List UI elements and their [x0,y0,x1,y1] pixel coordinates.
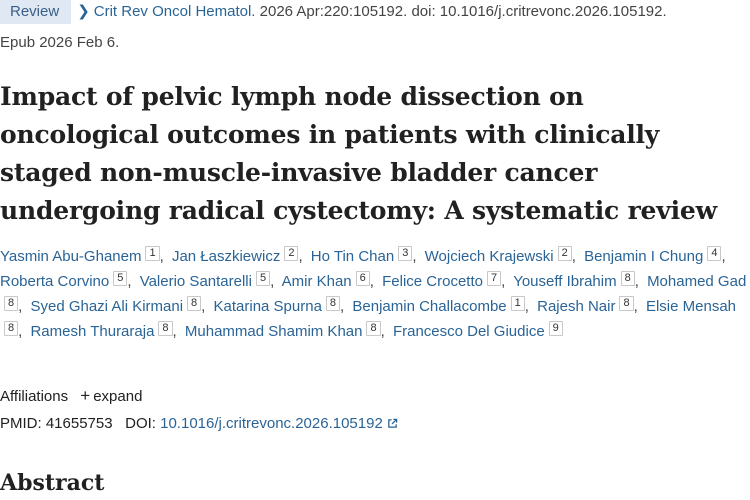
author-item: Felice Crocetto 7 [382,271,502,290]
author-item: Jan Łaszkiewicz 2 [172,246,299,265]
author-item: Katarina Spurna 8 [214,296,341,315]
affiliation-number[interactable]: 8 [620,271,635,286]
affiliation-number[interactable]: 4 [707,246,722,261]
affiliations-label: Affiliations [0,388,69,405]
author-link[interactable]: Benjamin I Chung [584,248,703,265]
author-item: Yasmin Abu-Ghanem 1 [0,246,160,265]
affiliation-number[interactable]: 6 [355,271,370,286]
author-separator: , [501,273,506,290]
author-link[interactable]: Wojciech Krajewski [425,248,554,265]
affiliation-number[interactable]: 5 [255,271,271,286]
pmid-value: 41655753 [45,415,113,432]
affiliation-number[interactable]: 3 [398,246,413,261]
author-link[interactable]: Jan Łaszkiewicz [172,248,280,265]
author-separator: , [571,248,576,265]
affiliation-number[interactable]: 8 [4,296,19,311]
chevron-right-icon[interactable]: ❯ [77,3,90,20]
author-link[interactable]: Mohamed Gad [647,273,746,290]
author-item: Youseff Ibrahim 8 [513,271,635,290]
journal-link[interactable]: Crit Rev Oncol Hematol. [94,3,256,20]
author-item: Roberta Corvino 5 [0,271,128,290]
author-separator: , [380,323,385,340]
author-separator: , [270,273,275,290]
author-separator: , [524,298,529,315]
author-link[interactable]: Francesco Del Giudice [393,323,545,340]
author-separator: , [369,273,374,290]
author-item: Amir Khan 6 [282,271,370,290]
affiliation-number[interactable]: 8 [187,296,202,311]
author-link[interactable]: Benjamin Challacombe [352,298,506,315]
author-link[interactable]: Elsie Mensah [646,298,736,315]
author-separator: , [201,298,206,315]
affiliation-number[interactable]: 2 [284,246,299,261]
affiliation-number[interactable]: 1 [145,246,160,261]
author-link[interactable]: Rajesh Nair [537,298,615,315]
abstract-heading: Abstract [0,470,105,496]
doi-link[interactable]: 10.1016/j.critrevonc.2026.105192 [160,415,398,432]
author-item: Benjamin I Chung 4 [584,246,722,265]
author-item: Wojciech Krajewski 2 [425,246,572,265]
author-item: Francesco Del Giudice 9 [393,321,563,340]
pmid-label: PMID: [0,415,42,432]
author-separator: , [412,248,417,265]
author-separator: , [633,298,638,315]
external-link-icon [387,418,398,428]
author-separator: , [340,298,345,315]
affiliation-number[interactable]: 8 [366,321,381,336]
author-item: Ho Tin Chan 3 [311,246,413,265]
author-link[interactable]: Ramesh Thuraraja [30,323,154,340]
author-link[interactable]: Amir Khan [282,273,352,290]
author-link[interactable]: Valerio Santarelli [140,273,252,290]
affiliation-number[interactable]: 9 [548,321,563,336]
author-separator: , [172,323,177,340]
author-item: Muhammad Shamim Khan 8 [185,321,381,340]
author-separator: , [159,248,164,265]
doi-label: DOI: [125,415,156,432]
affiliation-number[interactable]: 7 [486,271,502,286]
publication-line: Review ❯ Crit Rev Oncol Hematol. 2026 Apr:… [0,0,750,24]
author-separator: , [298,248,303,265]
expand-label: expand [93,388,143,405]
affiliation-number[interactable]: 8 [619,296,634,311]
citation-text: 2026 Apr:220:105192. doi: 10.1016/j.crit… [255,3,667,20]
author-list: Yasmin Abu-Ghanem 1, Jan Łaszkiewicz 2, Ho… [0,244,748,344]
affiliation-number[interactable]: 8 [4,321,19,336]
author-separator: , [18,323,23,340]
author-separator: , [721,248,726,265]
plus-icon: + [80,386,91,405]
author-link[interactable]: Roberta Corvino [0,273,109,290]
author-separator: , [18,298,23,315]
author-link[interactable]: Katarina Spurna [214,298,322,315]
affiliation-number[interactable]: 1 [510,296,525,311]
affiliation-number[interactable]: 5 [113,271,128,286]
affiliation-number[interactable]: 8 [158,321,173,336]
article-type-badge: Review [0,0,72,24]
author-link[interactable]: Syed Ghazi Ali Kirmani [30,298,183,315]
author-link[interactable]: Ho Tin Chan [311,248,394,265]
affiliations-section: Affiliations + expand [0,385,142,408]
affiliation-number[interactable]: 2 [557,246,572,261]
author-item: Rajesh Nair 8 [537,296,634,315]
doi-value: 10.1016/j.critrevonc.2026.105192 [160,415,383,432]
author-separator: , [127,273,132,290]
author-item: Valerio Santarelli 5 [140,271,271,290]
author-separator: , [634,273,639,290]
author-item: Ramesh Thuraraja 8 [30,321,173,340]
author-item: Benjamin Challacombe 1 [352,296,525,315]
affiliations-expand-button[interactable]: + expand [80,386,143,405]
epub-date: Epub 2026 Feb 6. [0,34,120,51]
identifiers-line: PMID: 41655753 DOI: 10.1016/j.critrevonc… [0,413,398,435]
author-item: Syed Ghazi Ali Kirmani 8 [30,296,202,315]
author-link[interactable]: Felice Crocetto [382,273,483,290]
article-title: Impact of pelvic lymph node dissection o… [0,82,717,225]
author-link[interactable]: Yasmin Abu-Ghanem [0,248,141,265]
author-link[interactable]: Youseff Ibrahim [513,273,616,290]
author-link[interactable]: Muhammad Shamim Khan [185,323,363,340]
affiliation-number[interactable]: 8 [325,296,341,311]
